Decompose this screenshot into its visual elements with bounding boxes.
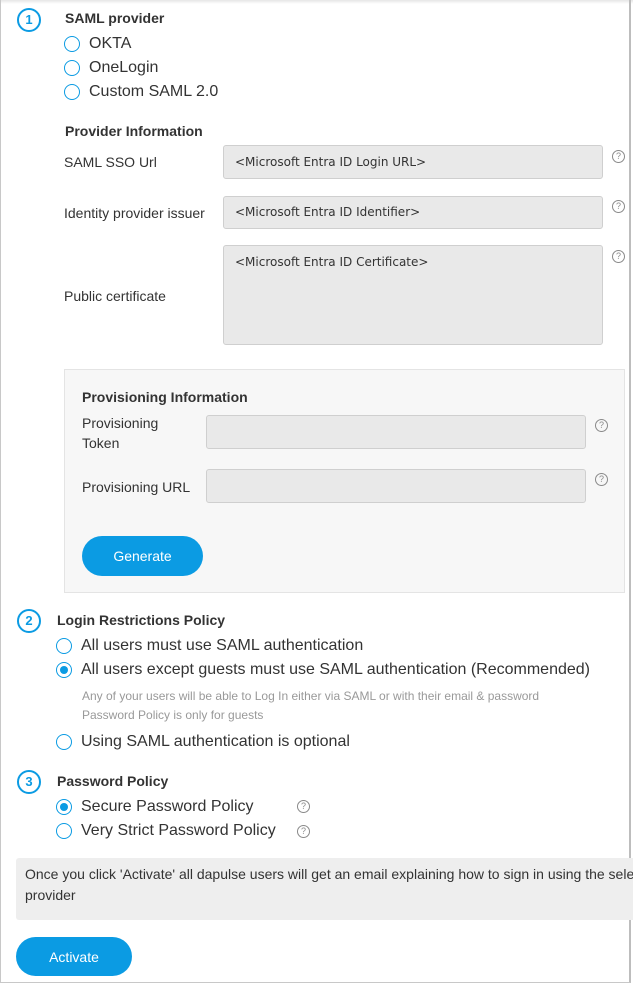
radio-label: Custom SAML 2.0 — [89, 83, 219, 100]
saml-sso-url-label: SAML SSO Url — [64, 154, 157, 170]
radio-circle[interactable] — [56, 734, 72, 750]
public-certificate-label: Public certificate — [64, 288, 166, 304]
radio-circle[interactable] — [64, 60, 80, 76]
radio-label: Secure Password Policy — [81, 798, 254, 815]
notice-line-1: Once you click 'Activate' all dapulse us… — [25, 866, 633, 882]
radio-circle[interactable] — [64, 84, 80, 100]
hint-line-2: Password Policy is only for guests — [82, 708, 264, 722]
radio-circle[interactable] — [56, 638, 72, 654]
generate-button[interactable]: Generate — [82, 536, 203, 576]
hint-line-1: Any of your users will be able to Log In… — [82, 689, 540, 703]
login-policy-hint: Any of your users will be able to Log In… — [82, 687, 539, 725]
help-icon[interactable]: ? — [612, 250, 625, 263]
radio-label: OneLogin — [89, 59, 159, 76]
radio-okta[interactable]: OKTA — [64, 35, 131, 53]
radio-circle-checked[interactable] — [56, 662, 72, 678]
step-1-badge: 1 — [17, 8, 41, 32]
help-icon[interactable]: ? — [612, 200, 625, 213]
radio-label: Very Strict Password Policy — [81, 822, 276, 839]
radio-label: OKTA — [89, 35, 132, 52]
saml-provider-title: SAML provider — [65, 10, 165, 26]
provisioning-info-title: Provisioning Information — [82, 389, 248, 405]
login-policy-title: Login Restrictions Policy — [57, 612, 226, 628]
idp-issuer-label: Identity provider issuer — [64, 205, 205, 221]
radio-circle[interactable] — [56, 823, 72, 839]
radio-strict-password[interactable]: Very Strict Password Policy — [56, 822, 276, 840]
radio-circle-checked[interactable] — [56, 799, 72, 815]
radio-label: All users must use SAML authentication — [81, 637, 364, 654]
radio-label: Using SAML authentication is optional — [81, 733, 350, 750]
radio-saml-optional[interactable]: Using SAML authentication is optional — [56, 733, 350, 751]
radio-onelogin[interactable]: OneLogin — [64, 59, 158, 77]
provider-info-title: Provider Information — [65, 123, 203, 139]
help-icon[interactable]: ? — [595, 473, 608, 486]
provisioning-token-label: Provisioning Token — [82, 413, 158, 453]
provisioning-url-label: Provisioning URL — [82, 479, 191, 495]
help-icon[interactable]: ? — [612, 150, 625, 163]
provisioning-token-field[interactable] — [206, 415, 586, 449]
help-icon[interactable]: ? — [595, 419, 608, 432]
radio-all-users-saml[interactable]: All users must use SAML authentication — [56, 637, 363, 655]
radio-circle[interactable] — [64, 36, 80, 52]
provisioning-url-field[interactable] — [206, 469, 586, 503]
activation-notice: Once you click 'Activate' all dapulse us… — [16, 858, 633, 920]
provisioning-token-label-line2: Token — [82, 435, 120, 451]
saml-sso-url-field[interactable]: <Microsoft Entra ID Login URL> — [223, 145, 603, 179]
radio-secure-password[interactable]: Secure Password Policy — [56, 798, 254, 816]
help-icon[interactable]: ? — [297, 825, 310, 838]
step-2-badge: 2 — [17, 609, 41, 633]
radio-all-except-guests[interactable]: All users except guests must use SAML au… — [56, 661, 590, 679]
step-3-badge: 3 — [17, 770, 41, 794]
notice-line-2: provider — [25, 887, 76, 903]
provisioning-token-label-line1: Provisioning — [82, 415, 159, 431]
radio-label: All users except guests must use SAML au… — [81, 661, 590, 678]
activate-button[interactable]: Activate — [16, 937, 132, 976]
public-certificate-field[interactable]: <Microsoft Entra ID Certificate> — [223, 245, 603, 345]
password-policy-title: Password Policy — [57, 773, 169, 789]
idp-issuer-field[interactable]: <Microsoft Entra ID Identifier> — [223, 196, 603, 229]
help-icon[interactable]: ? — [297, 800, 310, 813]
radio-custom-saml[interactable]: Custom SAML 2.0 — [64, 83, 218, 101]
